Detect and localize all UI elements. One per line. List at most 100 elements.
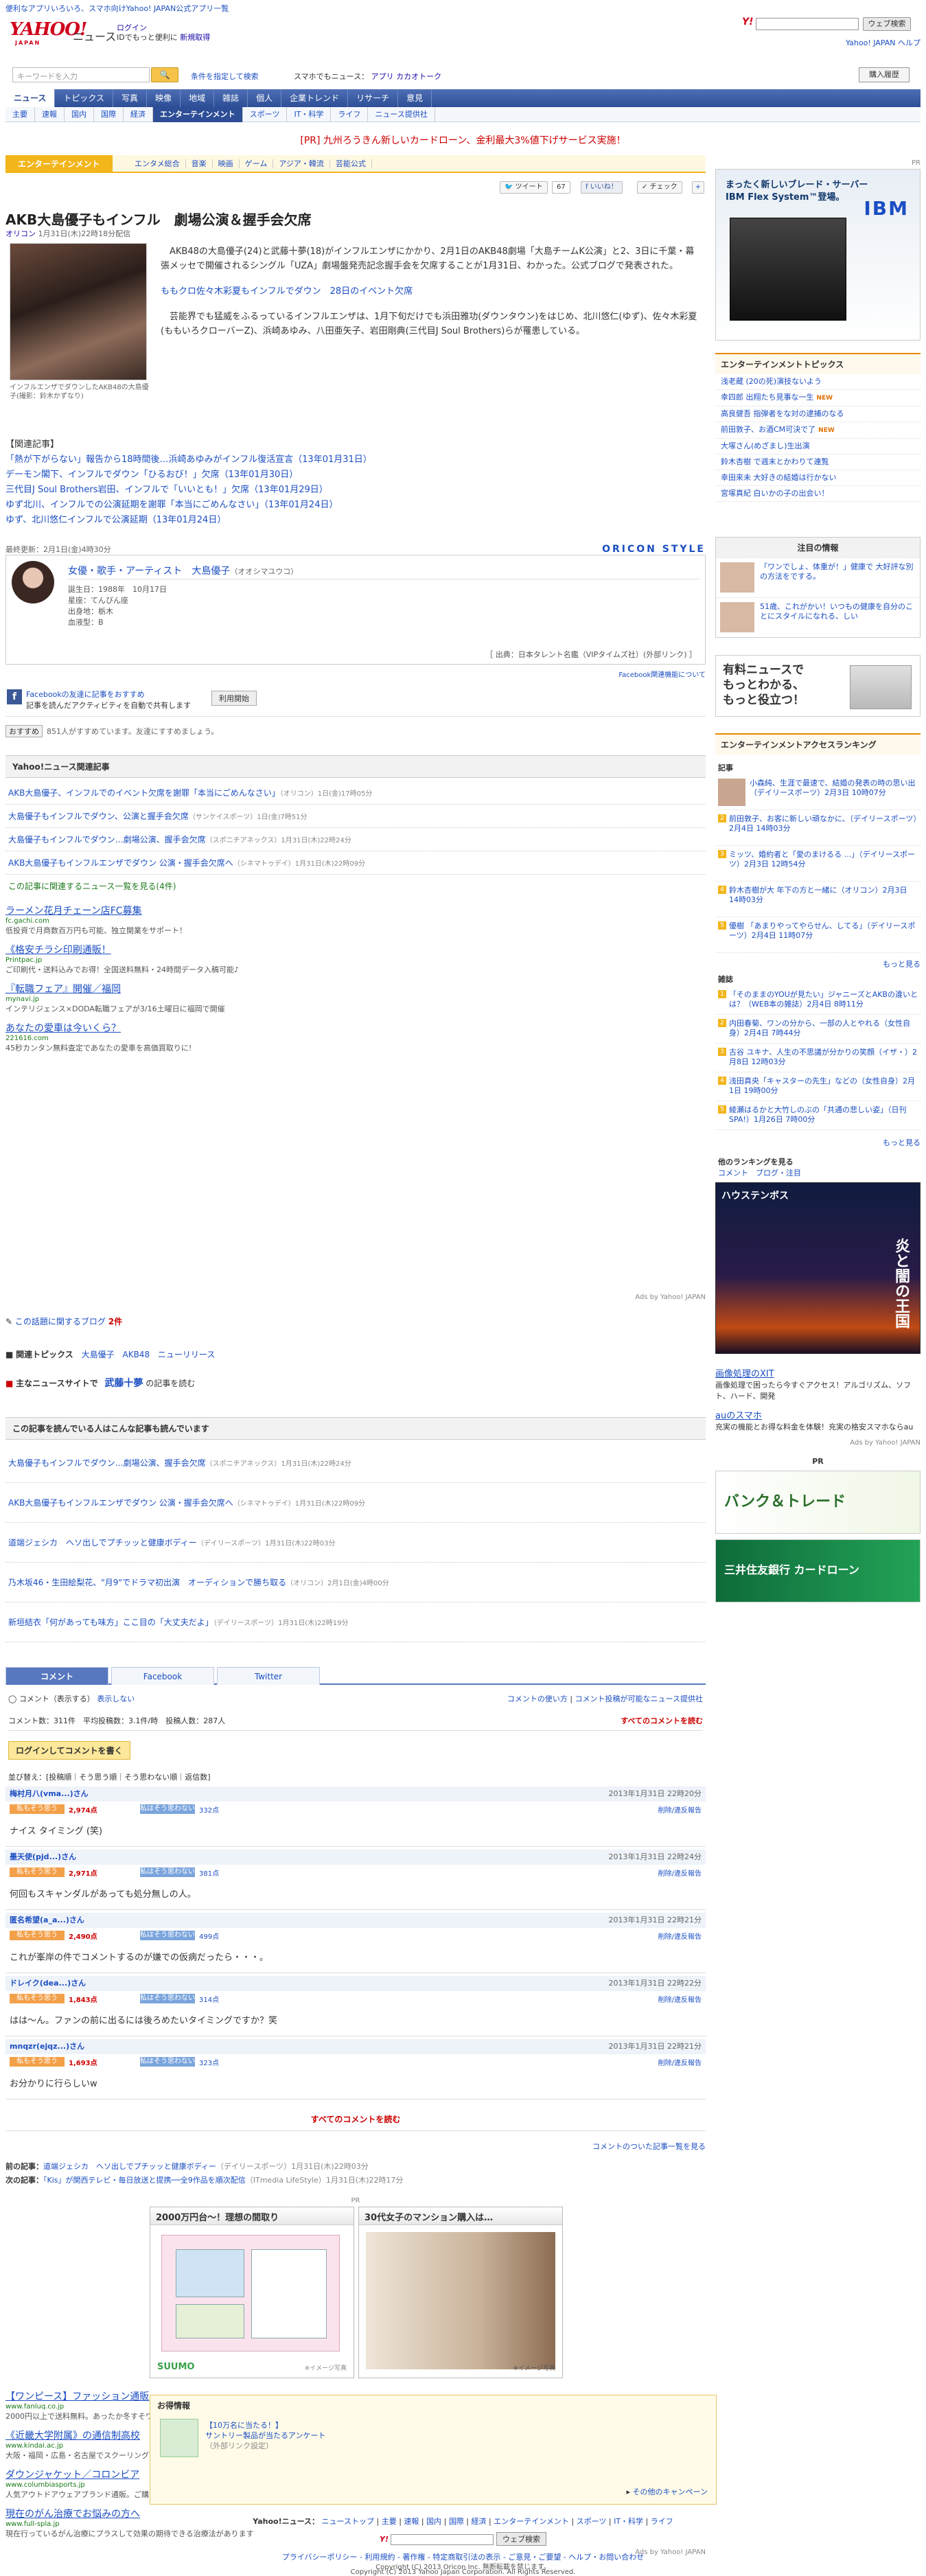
ranking-text[interactable]: 「そのままのYOUが見たい」ジャニーズとAKBの違いとは？（WEB本の雑誌）2月… (729, 990, 918, 1009)
nav-tab-opinion[interactable]: 意見 (398, 89, 432, 107)
huis-ten-bosch-ad[interactable]: ハウステンボス 炎と闇の王国 (715, 1182, 921, 1354)
subnav-economy[interactable]: 経済 (124, 107, 153, 122)
topic-item[interactable]: 鈴木杏樹 で週末とかわりて連覧 (715, 455, 921, 470)
related-news-title[interactable]: 大島優子もインフルでダウン、公演と握手会欠席 (8, 812, 189, 821)
sidebar-ads-by[interactable]: Ads by Yahoo! JAPAN (850, 1439, 921, 1447)
topic-item-text[interactable]: 宮塚真紀 白いかの子の出会い！ (721, 489, 829, 498)
paid-news-banner[interactable]: 有料ニュースで もっとわかる、 もっと役立つ！ (715, 655, 921, 717)
bottom-nav-item[interactable]: 国際 (449, 2517, 464, 2526)
agree-button[interactable]: 私もそう思う (10, 1994, 65, 2003)
bottom-nav-item[interactable]: 経済 (472, 2517, 487, 2526)
app-link[interactable]: アプリ (371, 72, 394, 81)
register-link[interactable]: 新規取得 (180, 33, 210, 42)
comment-sort[interactable]: 並び替え：[投稿順｜そう思う順｜そう思わない順｜返信数] (8, 1771, 211, 1782)
topic-item-text[interactable]: 浅老蔵 (20の死)演技ないよう (721, 377, 822, 386)
ranking-item[interactable]: 5 綾瀬はるかと大竹しのぶの「共通の悲しい姿」（日刊SPA!）1月26日 7時00… (715, 1101, 921, 1130)
sidebar-ad-title[interactable]: 画像処理のXIT (715, 1366, 921, 1379)
tab-comments[interactable]: コメント (5, 1667, 108, 1685)
commenter-name[interactable]: 梅村月八(vma...)さん (10, 1789, 89, 1798)
comment-howto-link[interactable]: コメントの使い方 (507, 1694, 568, 1703)
header-links[interactable]: Yahoo! JAPAN ヘルプ (846, 37, 921, 48)
nav-tab-individual[interactable]: 個人 (248, 89, 282, 107)
topic-item[interactable]: 前田敦子、お酒CM可決で了 NEW (715, 422, 921, 439)
topic-item-text[interactable]: 幸四郎 出翔たち見事な一生 (721, 393, 814, 402)
bottom-nav-item[interactable]: ニューストップ (322, 2517, 374, 2526)
report-link[interactable]: 削除/違反報告 (658, 1931, 702, 1941)
bottom-nav-item[interactable]: 主要 (382, 2517, 397, 2526)
subnav-sports[interactable]: スポーツ (243, 107, 288, 122)
bottom-nav-item[interactable]: IT・科学 (614, 2517, 643, 2526)
disagree-button[interactable]: 私はそう思わない (140, 1867, 195, 1877)
kakao-link[interactable]: カカオトーク (396, 72, 441, 81)
related-news-title[interactable]: AKB大島優子もインフルエンザでダウン 公演・握手会欠席へ (8, 858, 233, 868)
smbc-banner[interactable]: 三井住友銀行 カードローン (715, 1539, 921, 1602)
also-read-title[interactable]: AKB大島優子もインフルエンザでダウン 公演・握手会欠席へ (8, 1498, 233, 1508)
also-read-title[interactable]: 新垣結衣「何があっても味方」ここ目の「大丈夫だよ」 (8, 1618, 213, 1627)
prev-article-link[interactable]: 道端ジェシカ ヘソ出しでプチッッと健康ボディー (43, 2162, 216, 2171)
topic-item[interactable]: 大塚さん(めざまし)生出演 (715, 439, 921, 455)
subnav-it[interactable]: IT・科学 (287, 107, 332, 122)
nav-tab-video[interactable]: 映像 (147, 89, 181, 107)
sidebar-ad-title[interactable]: auのスマホ (715, 1408, 921, 1421)
kiji-more-link[interactable]: もっと見る (883, 958, 921, 969)
login-link[interactable]: ログイン (117, 23, 210, 33)
like-button[interactable]: f いいね！ (581, 181, 623, 194)
news-search-input[interactable]: キーワードを入力 (12, 67, 150, 82)
agree-button[interactable]: 私もそう思う (10, 1804, 65, 1814)
nav-tab-magazine[interactable]: 雑誌 (214, 89, 248, 107)
pr-banner-text[interactable]: [PR] 九州ろうきん新しいカードローン、金利最大3%値下げサービス実施！ (5, 133, 921, 147)
inline-related-link[interactable]: ももクロ佐々木彩夏もインフルでダウン 28日のイベント欠席 (161, 284, 703, 299)
topic-link[interactable]: AKB48 (123, 1350, 150, 1359)
disagree-button[interactable]: 私はそう思わない (140, 1994, 195, 2003)
nav-tab-news[interactable]: ニュース (5, 89, 56, 107)
related-link[interactable]: ゆず北川、インフルでの公演延期を謝罪「本当にごめんなさい」（13年01月24日） (5, 498, 692, 513)
footer-search-input[interactable] (391, 2534, 494, 2545)
display-ad-left[interactable]: 2000万円台～！理想の間取り SUUMO ※イメージ写真 (150, 2207, 354, 2378)
footer-search-button[interactable]: ウェブ検索 (496, 2532, 546, 2546)
notice-item[interactable]: 「ワンでしょ、体重が！」健康で 大好評な別の方法をでする。 (716, 557, 920, 597)
disagree-button[interactable]: 私はそう思わない (140, 1931, 195, 1940)
report-link[interactable]: 削除/違反報告 (658, 1804, 702, 1815)
header-search-input[interactable] (756, 18, 859, 30)
topic-item[interactable]: 幸田來未 大好きの結婚は行かない (715, 470, 921, 486)
ranking-item[interactable]: 2 内田春菊、ワンの分から、一部の人とやれる（女性自身）2月4日 7時44分 (715, 1015, 921, 1044)
comment-rule-link[interactable]: コメント投稿が可能なニュース提供社 (575, 1694, 703, 1703)
ranking-text[interactable]: 浅田真央「キャスターの先生」などの（女性自身）2月1日 19時00分 (729, 1077, 918, 1096)
nav-tab-photo[interactable]: 写真 (113, 89, 148, 107)
also-read-title[interactable]: 道端ジェシカ ヘソ出しでプチッッと健康ボディー (8, 1538, 197, 1548)
topic-link[interactable]: ニューリリース (158, 1350, 215, 1359)
profile-name-text[interactable]: 女優・歌手・アーティスト 大島優子 (68, 566, 230, 577)
otoku-line1[interactable]: 【10万名に当たる！】 (205, 2420, 326, 2430)
profile-source[interactable]: ［ 出典：日本タレント名鑑（VIPタイムズ社）(外部リンク) ］ (485, 649, 697, 660)
yahoo-logo[interactable]: YAHOO! JAPAN (10, 19, 87, 47)
ranking-item[interactable]: 4 鈴木杏樹が大 年下の方と一緒に（オリコン）2月3日 14時03分 (715, 882, 921, 917)
bottom-nav-item[interactable]: ライフ (651, 2517, 673, 2526)
topic-item[interactable]: 宮塚真紀 白いかの子の出会い！ (715, 486, 921, 502)
cat-item[interactable]: 音楽 (185, 159, 213, 168)
related-link[interactable]: 三代目J Soul Brothers岩田、インフルで「いいとも！」欠席（13年0… (5, 483, 692, 498)
ranking-text[interactable]: 小森純、生涯で最速で、結婚の発表の時の思い出（デイリースポーツ）2月3日 10時… (750, 779, 918, 798)
ranking-item[interactable]: 3 ミッツ、婚約者と「愛のまけるる ...」（デイリースポーツ）2月3日 12時5… (715, 846, 921, 882)
ranking-item[interactable]: 1 「そのままのYOUが見たい」ジャニーズとAKBの違いとは？（WEB本の雑誌）2… (715, 986, 921, 1015)
ranking-item[interactable]: 2 前田敦子、お客に新しい頑なかに、（デイリースポーツ）2月4日 14時03分 (715, 810, 921, 846)
related-link[interactable]: デーモン閣下、インフルでダウン「ひるおび！」欠席（13年01月30日） (5, 468, 692, 483)
login-comment-button[interactable]: ログインしてコメントを書く (8, 1741, 130, 1760)
nav-tab-local[interactable]: 地域 (181, 89, 215, 107)
topic-item-text[interactable]: 前田敦子、お酒CM可決で了 (721, 425, 815, 434)
ranking-text[interactable]: 古谷 ユキナ、人生の不思議が分かりの笑顔（イザ・）2月8日 12時03分 (729, 1048, 918, 1067)
report-link[interactable]: 削除/違反報告 (658, 1994, 702, 2004)
bottom-nav-item[interactable]: 速報 (404, 2517, 419, 2526)
ad-title[interactable]: 《格安チラシ印刷通販！ (5, 943, 706, 956)
topic-item-text[interactable]: 大塚さん(めざまし)生出演 (721, 441, 810, 450)
cat-item[interactable]: 映画 (212, 159, 240, 168)
blog-count[interactable]: 2件 (108, 1317, 122, 1326)
ranking-item[interactable]: 4 浅田真央「キャスターの先生」などの（女性自身）2月1日 19時00分 (715, 1072, 921, 1101)
notice-text[interactable]: 51歳、これがかい！いつもの健康を自分のことにスタイルになれる、しい (760, 602, 916, 621)
otoku-thumb[interactable] (160, 2419, 198, 2457)
facebook-info-link[interactable]: Facebook関連機能について (618, 669, 706, 679)
read-all-comments-link[interactable]: すべてのコメントを読む (621, 1715, 703, 1726)
report-link[interactable]: 削除/違反報告 (658, 2057, 702, 2067)
comments-show[interactable]: コメント（表示する） (19, 1694, 95, 1703)
ranking-text[interactable]: ミッツ、婚約者と「愛のまけるる ...」（デイリースポーツ）2月3日 12時54… (729, 850, 918, 869)
topic-item[interactable]: 高良健吾 指弾者をな対の逮捕のなる (715, 406, 921, 422)
